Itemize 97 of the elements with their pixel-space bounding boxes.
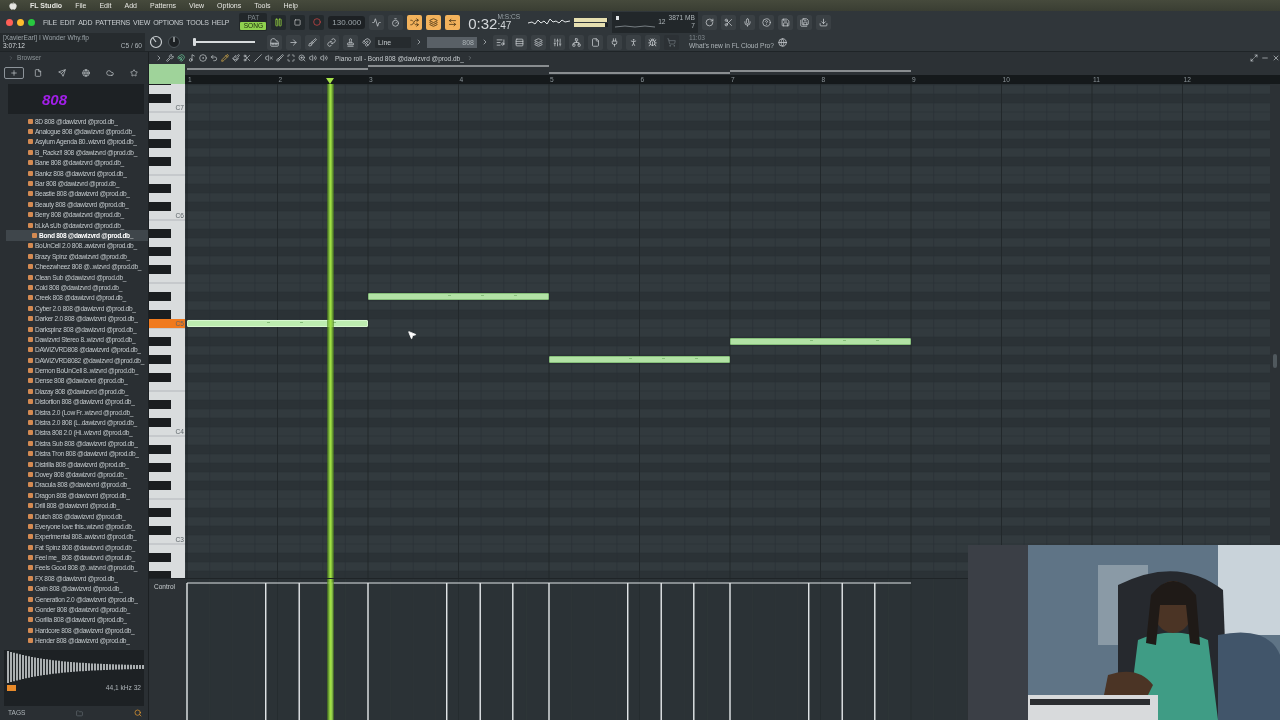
link-button[interactable] — [324, 34, 339, 50]
window-zoom-button[interactable] — [28, 18, 35, 26]
figure-icon — [629, 37, 638, 47]
record-icon — [312, 18, 321, 26]
piano-button[interactable] — [267, 34, 282, 50]
arrow-right-icon — [289, 37, 298, 47]
scissors-button[interactable] — [720, 14, 736, 30]
stamp-button[interactable] — [343, 34, 358, 50]
detach-icon[interactable] — [1250, 54, 1258, 62]
playhead[interactable] — [326, 84, 334, 578]
refresh-icon — [704, 17, 714, 27]
mixer-icon — [553, 37, 562, 47]
stop-button[interactable] — [290, 14, 306, 30]
browser-tab[interactable] — [4, 67, 24, 79]
help-icon — [761, 17, 771, 27]
stack-button[interactable] — [531, 34, 546, 50]
playhead[interactable] — [326, 579, 334, 720]
record-target-icon[interactable] — [199, 54, 207, 62]
window-minimize-button[interactable] — [17, 18, 24, 26]
scissors-icon — [723, 17, 733, 27]
pulse-icon — [372, 17, 382, 27]
brush-icon — [308, 37, 317, 47]
volume-knob[interactable] — [149, 35, 163, 49]
magnet-icon[interactable] — [362, 37, 371, 47]
file-icon — [34, 69, 42, 77]
stack-icon — [534, 37, 543, 47]
search-icon[interactable] — [134, 709, 142, 717]
chevron-right-icon[interactable] — [415, 38, 423, 46]
pause-button[interactable] — [271, 14, 287, 30]
speaker-icon[interactable] — [309, 54, 317, 62]
slider-thumb[interactable] — [193, 38, 196, 46]
chevron-right-icon[interactable] — [481, 38, 489, 46]
refresh-button[interactable] — [701, 14, 717, 30]
window-close-button[interactable] — [6, 18, 13, 26]
download-icon — [818, 17, 828, 27]
channel-rack-button[interactable] — [512, 34, 527, 50]
playlist-button[interactable] — [493, 34, 508, 50]
save-icon — [780, 17, 790, 27]
preview-play-icon[interactable] — [7, 684, 16, 691]
file-button[interactable] — [588, 34, 603, 50]
figure-button[interactable] — [626, 34, 641, 50]
channel-rack-icon — [515, 37, 524, 47]
brush-button[interactable] — [305, 34, 320, 50]
save-button[interactable] — [777, 14, 793, 30]
pulse-button[interactable] — [369, 14, 385, 30]
select-icon[interactable] — [287, 54, 295, 62]
arrow-right-button[interactable] — [286, 34, 301, 50]
piano-icon — [270, 37, 279, 47]
zoom-icon[interactable] — [298, 54, 306, 62]
save-new-button[interactable] — [796, 14, 812, 30]
send-icon — [58, 69, 66, 77]
playlist-icon — [496, 37, 505, 47]
save-new-icon — [799, 17, 809, 27]
cart-icon — [667, 37, 676, 47]
cpu-graph-drawing — [615, 15, 656, 29]
countdown-icon — [391, 17, 401, 27]
cloud-icon — [106, 69, 114, 77]
brush-icon[interactable] — [276, 54, 284, 62]
microphone-icon — [742, 17, 752, 27]
bug-button[interactable] — [645, 34, 660, 50]
plug-icon — [610, 37, 619, 47]
mouse-cursor-icon — [407, 330, 417, 340]
pause-icon — [274, 17, 284, 27]
file-icon — [591, 37, 600, 47]
link-icon — [327, 37, 336, 47]
scissors-icon[interactable] — [243, 54, 251, 62]
pitch-knob[interactable] — [167, 35, 181, 49]
help-button[interactable] — [758, 14, 774, 30]
mixer-button[interactable] — [550, 34, 565, 50]
bug-icon — [648, 37, 657, 47]
stop-icon — [294, 18, 302, 26]
browser-tree-button[interactable] — [569, 34, 584, 50]
magnet-icon[interactable] — [177, 54, 185, 62]
close-icon[interactable] — [1272, 54, 1280, 62]
star-icon — [130, 69, 138, 77]
tempo-field[interactable]: 130.000 — [328, 15, 366, 29]
pencil-icon[interactable] — [221, 54, 229, 62]
preview-speaker-icon[interactable] — [320, 54, 328, 62]
browser-tree-icon — [572, 37, 581, 47]
scrollbar-thumb[interactable] — [1273, 354, 1277, 368]
song-time-centiseconds: :47 — [497, 20, 512, 31]
music-note-icon[interactable] — [188, 54, 196, 62]
wrench-icon[interactable] — [166, 54, 174, 62]
countdown-button[interactable] — [388, 14, 404, 30]
globe-icon[interactable] — [777, 37, 787, 47]
globe-icon — [82, 69, 90, 77]
download-button[interactable] — [815, 14, 831, 30]
apple-logo-icon[interactable] — [9, 1, 17, 10]
plug-button[interactable] — [607, 34, 622, 50]
song-time: 0:32 — [468, 16, 498, 31]
microphone-button[interactable] — [739, 14, 755, 30]
paintbrush-icon[interactable] — [232, 54, 240, 62]
mute-icon[interactable] — [265, 54, 273, 62]
chevron-right-icon[interactable] — [155, 54, 163, 62]
undo-icon[interactable] — [210, 54, 218, 62]
folder-title: 808 — [42, 90, 68, 108]
stamp-icon — [346, 37, 355, 47]
